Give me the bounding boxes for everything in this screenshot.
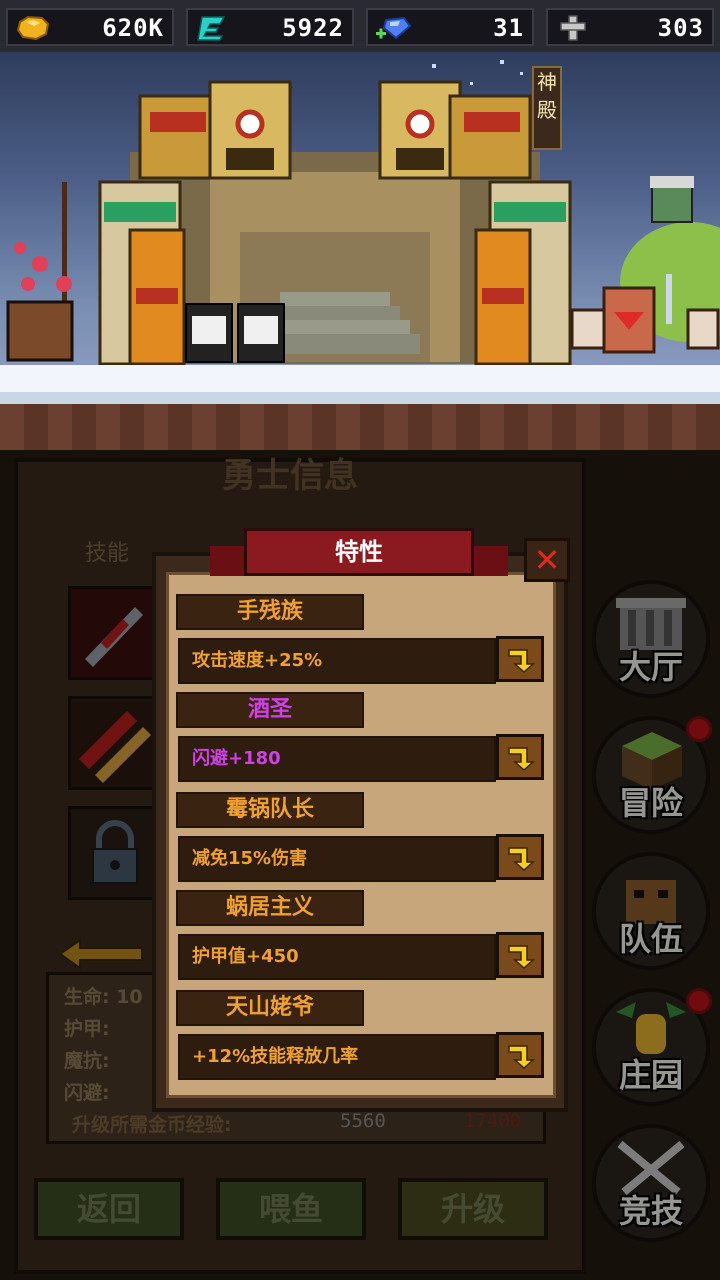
cross-counter: 303 xyxy=(546,8,714,46)
close-button[interactable]: ✕ xyxy=(524,538,570,582)
dirt-ground xyxy=(0,404,720,450)
trait-effect-4: 护甲值+450 xyxy=(178,934,496,980)
swap-arrow-icon xyxy=(508,847,535,872)
trait-name-2: 酒圣 xyxy=(176,692,364,728)
e-currency-counter: 5922 xyxy=(186,8,354,46)
game-scene: 神殿 xyxy=(0,52,720,450)
trait-action-button-3[interactable] xyxy=(496,834,544,880)
trait-effect-5: +12%技能释放几率 xyxy=(178,1034,496,1080)
diamond-value: 31 xyxy=(493,14,524,42)
gem-e-icon xyxy=(197,16,226,41)
swap-arrow-icon xyxy=(508,747,535,772)
swap-arrow-icon xyxy=(508,1045,535,1070)
ribbon-tail-left xyxy=(210,546,244,576)
resource-bar: 620K 5922 31 303 xyxy=(0,0,720,52)
dialog-title: 特性 xyxy=(244,528,474,576)
trait-name-1: 手残族 xyxy=(176,594,364,630)
trait-effect-3: 减免15%伤害 xyxy=(178,836,496,882)
gold-value: 620K xyxy=(102,14,164,42)
snow-shadow xyxy=(0,392,720,404)
trait-name-3: 霉锅队长 xyxy=(176,792,364,828)
gold-counter: 620K xyxy=(6,8,174,46)
trait-action-button-4[interactable] xyxy=(496,932,544,978)
trait-action-button-2[interactable] xyxy=(496,734,544,780)
temple-sign[interactable]: 神殿 xyxy=(532,66,562,150)
ribbon-tail-right xyxy=(474,546,508,576)
swap-arrow-icon xyxy=(508,649,535,674)
swap-arrow-icon xyxy=(508,945,535,970)
close-icon: ✕ xyxy=(533,541,561,579)
trait-name-4: 蜗居主义 xyxy=(176,890,364,926)
cross-icon xyxy=(560,15,586,41)
diamond-icon xyxy=(376,16,412,40)
diamond-counter[interactable]: 31 xyxy=(366,8,534,46)
trait-action-button-5[interactable] xyxy=(496,1032,544,1078)
trait-name-5: 天山姥爷 xyxy=(176,990,364,1026)
trait-effect-2: 闪避+180 xyxy=(178,736,496,782)
cross-value: 303 xyxy=(657,14,704,42)
gold-icon xyxy=(16,15,50,41)
e-currency-value: 5922 xyxy=(282,14,344,42)
trait-effect-1: 攻击速度+25% xyxy=(178,638,496,684)
trait-action-button-1[interactable] xyxy=(496,636,544,682)
